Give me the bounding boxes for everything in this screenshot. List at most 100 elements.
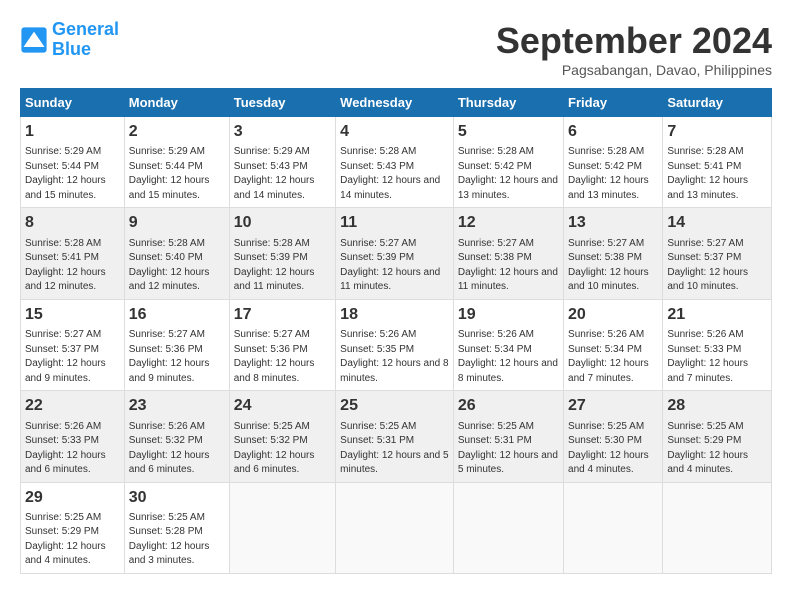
day-info: Sunrise: 5:29 AMSunset: 5:44 PMDaylight:… (25, 145, 120, 203)
day-number: 1 (25, 121, 120, 143)
calendar-cell: 1Sunrise: 5:29 AMSunset: 5:44 PMDaylight… (21, 117, 125, 208)
page-title: September 2024 (496, 20, 772, 62)
day-number: 5 (458, 121, 559, 143)
column-header-monday: Monday (124, 89, 229, 117)
day-info: Sunrise: 5:26 AMSunset: 5:33 PMDaylight:… (667, 328, 767, 386)
day-info: Sunrise: 5:25 AMSunset: 5:30 PMDaylight:… (568, 420, 658, 478)
day-number: 27 (568, 395, 658, 417)
calendar-cell: 7Sunrise: 5:28 AMSunset: 5:41 PMDaylight… (663, 117, 772, 208)
calendar-header-row: SundayMondayTuesdayWednesdayThursdayFrid… (21, 89, 772, 117)
column-header-wednesday: Wednesday (336, 89, 454, 117)
day-info: Sunrise: 5:27 AMSunset: 5:36 PMDaylight:… (234, 328, 331, 386)
calendar-table: SundayMondayTuesdayWednesdayThursdayFrid… (20, 88, 772, 574)
day-info: Sunrise: 5:26 AMSunset: 5:35 PMDaylight:… (340, 328, 449, 386)
calendar-cell: 2Sunrise: 5:29 AMSunset: 5:44 PMDaylight… (124, 117, 229, 208)
calendar-cell: 8 Sunrise: 5:28 AMSunset: 5:41 PMDaylight… (21, 208, 125, 299)
calendar-cell: 19Sunrise: 5:26 AMSunset: 5:34 PMDayligh… (453, 299, 563, 390)
day-info: Sunrise: 5:26 AMSunset: 5:34 PMDaylight:… (458, 328, 559, 386)
calendar-cell: 9Sunrise: 5:28 AMSunset: 5:40 PMDaylight… (124, 208, 229, 299)
day-info: Sunrise: 5:26 AMSunset: 5:33 PMDaylight:… (25, 420, 120, 478)
day-number: 25 (340, 395, 449, 417)
calendar-cell (564, 482, 663, 573)
day-number: 23 (129, 395, 225, 417)
day-info: Sunrise: 5:25 AMSunset: 5:31 PMDaylight:… (458, 420, 559, 478)
day-number: 18 (340, 304, 449, 326)
calendar-cell: 18Sunrise: 5:26 AMSunset: 5:35 PMDayligh… (336, 299, 454, 390)
day-number: 14 (667, 212, 767, 234)
day-info: Sunrise: 5:27 AMSunset: 5:36 PMDaylight:… (129, 328, 225, 386)
page-header: General Blue September 2024 Pagsabangan,… (20, 20, 772, 78)
calendar-cell: 28Sunrise: 5:25 AMSunset: 5:29 PMDayligh… (663, 391, 772, 482)
day-info: Sunrise: 5:27 AMSunset: 5:37 PMDaylight:… (25, 328, 120, 386)
calendar-cell: 13Sunrise: 5:27 AMSunset: 5:38 PMDayligh… (564, 208, 663, 299)
calendar-cell: 24 Sunrise: 5:25 AMSunset: 5:32 PMDayligh… (229, 391, 335, 482)
week-row-3: 15Sunrise: 5:27 AMSunset: 5:37 PMDayligh… (21, 299, 772, 390)
calendar-cell: 21Sunrise: 5:26 AMSunset: 5:33 PMDayligh… (663, 299, 772, 390)
day-info: Sunrise: 5:28 AMSunset: 5:41 PMDaylight:… (667, 145, 767, 203)
column-header-saturday: Saturday (663, 89, 772, 117)
calendar-cell: 20Sunrise: 5:26 AMSunset: 5:34 PMDayligh… (564, 299, 663, 390)
day-info: Sunrise: 5:25 AMSunset: 5:31 PMDaylight:… (340, 420, 449, 478)
day-info: Sunrise: 5:26 AMSunset: 5:32 PMDaylight:… (129, 420, 225, 478)
calendar-cell: 29Sunrise: 5:25 AMSunset: 5:29 PMDayligh… (21, 482, 125, 573)
calendar-cell (663, 482, 772, 573)
page-subtitle: Pagsabangan, Davao, Philippines (496, 62, 772, 78)
day-number: 4 (340, 121, 449, 143)
day-number: 17 (234, 304, 331, 326)
day-number: 12 (458, 212, 559, 234)
day-number: 22 (25, 395, 120, 417)
calendar-cell: 23 Sunrise: 5:26 AMSunset: 5:32 PMDayligh… (124, 391, 229, 482)
week-row-5: 29Sunrise: 5:25 AMSunset: 5:29 PMDayligh… (21, 482, 772, 573)
day-info: Sunrise: 5:25 AMSunset: 5:28 PMDaylight:… (129, 511, 225, 569)
day-number: 3 (234, 121, 331, 143)
day-number: 30 (129, 487, 225, 509)
day-number: 9 (129, 212, 225, 234)
day-number: 21 (667, 304, 767, 326)
calendar-cell: 14 Sunrise: 5:27 AMSunset: 5:37 PMDayligh… (663, 208, 772, 299)
calendar-cell (229, 482, 335, 573)
calendar-cell: 11Sunrise: 5:27 AMSunset: 5:39 PMDayligh… (336, 208, 454, 299)
day-number: 8 (25, 212, 120, 234)
title-section: September 2024 Pagsabangan, Davao, Phili… (496, 20, 772, 78)
day-info: Sunrise: 5:29 AMSunset: 5:44 PMDaylight:… (129, 145, 225, 203)
day-number: 15 (25, 304, 120, 326)
calendar-cell: 10 Sunrise: 5:28 AMSunset: 5:39 PMDayligh… (229, 208, 335, 299)
column-header-sunday: Sunday (21, 89, 125, 117)
calendar-cell: 4Sunrise: 5:28 AMSunset: 5:43 PMDaylight… (336, 117, 454, 208)
day-number: 20 (568, 304, 658, 326)
day-info: Sunrise: 5:28 AMSunset: 5:43 PMDaylight:… (340, 145, 449, 203)
day-info: Sunrise: 5:28 AMSunset: 5:39 PMDaylight:… (234, 237, 331, 295)
calendar-cell: 22 Sunrise: 5:26 AMSunset: 5:33 PMDayligh… (21, 391, 125, 482)
day-number: 19 (458, 304, 559, 326)
day-number: 24 (234, 395, 331, 417)
day-number: 11 (340, 212, 449, 234)
calendar-cell: 5Sunrise: 5:28 AMSunset: 5:42 PMDaylight… (453, 117, 563, 208)
day-number: 13 (568, 212, 658, 234)
day-number: 10 (234, 212, 331, 234)
day-number: 29 (25, 487, 120, 509)
day-number: 26 (458, 395, 559, 417)
calendar-cell: 3Sunrise: 5:29 AMSunset: 5:43 PMDaylight… (229, 117, 335, 208)
day-info: Sunrise: 5:27 AMSunset: 5:37 PMDaylight:… (667, 237, 767, 295)
calendar-cell: 25 Sunrise: 5:25 AMSunset: 5:31 PMDayligh… (336, 391, 454, 482)
day-info: Sunrise: 5:28 AMSunset: 5:42 PMDaylight:… (458, 145, 559, 203)
day-number: 28 (667, 395, 767, 417)
day-info: Sunrise: 5:25 AMSunset: 5:29 PMDaylight:… (25, 511, 120, 569)
calendar-cell: 26 Sunrise: 5:25 AMSunset: 5:31 PMDayligh… (453, 391, 563, 482)
calendar-cell: 30Sunrise: 5:25 AMSunset: 5:28 PMDayligh… (124, 482, 229, 573)
calendar-cell: 27 Sunrise: 5:25 AMSunset: 5:30 PMDayligh… (564, 391, 663, 482)
logo-icon (20, 26, 48, 54)
calendar-cell: 15Sunrise: 5:27 AMSunset: 5:37 PMDayligh… (21, 299, 125, 390)
day-info: Sunrise: 5:28 AMSunset: 5:41 PMDaylight:… (25, 237, 120, 295)
day-info: Sunrise: 5:25 AMSunset: 5:32 PMDaylight:… (234, 420, 331, 478)
day-info: Sunrise: 5:28 AMSunset: 5:42 PMDaylight:… (568, 145, 658, 203)
week-row-2: 8 Sunrise: 5:28 AMSunset: 5:41 PMDaylight… (21, 208, 772, 299)
column-header-friday: Friday (564, 89, 663, 117)
week-row-1: 1Sunrise: 5:29 AMSunset: 5:44 PMDaylight… (21, 117, 772, 208)
day-info: Sunrise: 5:27 AMSunset: 5:38 PMDaylight:… (458, 237, 559, 295)
column-header-thursday: Thursday (453, 89, 563, 117)
day-number: 6 (568, 121, 658, 143)
calendar-cell (336, 482, 454, 573)
week-row-4: 22 Sunrise: 5:26 AMSunset: 5:33 PMDayligh… (21, 391, 772, 482)
day-number: 2 (129, 121, 225, 143)
